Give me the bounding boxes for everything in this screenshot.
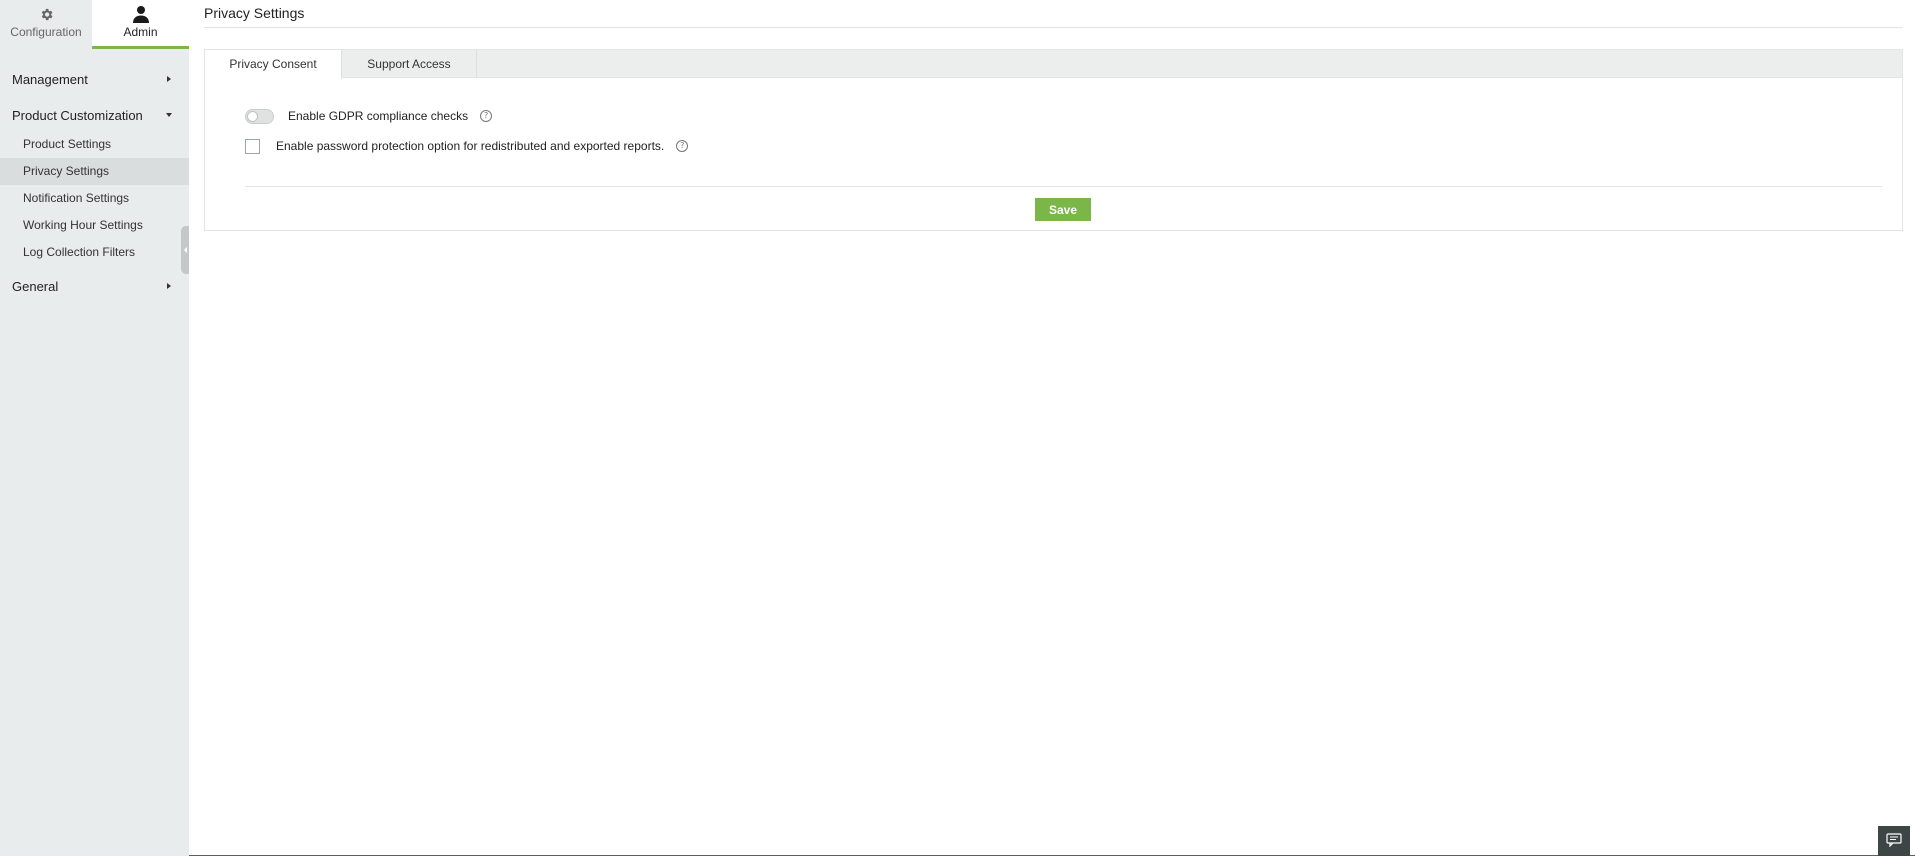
tab-configuration-label: Configuration xyxy=(10,25,82,39)
nav-group-label: Product Customization xyxy=(12,107,143,123)
options-list: Enable GDPR compliance checks ? Enable p… xyxy=(205,78,1902,156)
sidebar-item-working-hour-settings[interactable]: Working Hour Settings xyxy=(0,212,189,239)
sidebar: Configuration Admin Management Product C… xyxy=(0,0,189,856)
settings-panel: Privacy Consent Support Access Enable GD… xyxy=(204,49,1903,231)
tab-admin-label: Admin xyxy=(123,25,158,39)
nav-group-general[interactable]: General xyxy=(0,274,189,298)
sidebar-item-privacy-settings[interactable]: Privacy Settings xyxy=(0,158,189,185)
tab-admin[interactable]: Admin xyxy=(92,0,189,49)
sidebar-top-tabs: Configuration Admin xyxy=(0,0,189,49)
nav-group-management[interactable]: Management xyxy=(0,67,189,91)
chevron-right-icon xyxy=(165,282,173,290)
chevron-right-icon xyxy=(165,75,173,83)
tab-privacy-consent[interactable]: Privacy Consent xyxy=(205,50,342,79)
toggle-knob xyxy=(247,110,258,122)
gdpr-option-label: Enable GDPR compliance checks xyxy=(288,109,469,123)
user-icon xyxy=(132,3,149,25)
chat-button[interactable] xyxy=(1878,826,1910,856)
chat-icon xyxy=(1886,832,1902,850)
password-protection-option-row: Enable password protection option for re… xyxy=(245,136,1902,156)
gdpr-toggle[interactable] xyxy=(245,108,274,124)
main-content: Privacy Settings Privacy Consent Support… xyxy=(204,0,1903,231)
sidebar-collapse-handle[interactable] xyxy=(181,226,189,274)
help-icon[interactable]: ? xyxy=(676,140,689,152)
password-protection-checkbox[interactable] xyxy=(245,138,260,154)
password-protection-option-label: Enable password protection option for re… xyxy=(276,139,665,153)
tab-support-access[interactable]: Support Access xyxy=(342,50,477,78)
nav-sublist: Product Settings Privacy Settings Notifi… xyxy=(0,131,189,266)
divider xyxy=(245,186,1882,187)
sidebar-item-notification-settings[interactable]: Notification Settings xyxy=(0,185,189,212)
collapse-arrow-icon xyxy=(183,247,187,253)
help-icon[interactable]: ? xyxy=(480,110,493,122)
nav-group-product-customization[interactable]: Product Customization xyxy=(0,103,189,127)
sidebar-nav: Management Product Customization Product… xyxy=(0,49,189,298)
nav-group-label: General xyxy=(12,278,59,294)
tab-bar: Privacy Consent Support Access xyxy=(205,50,1902,79)
sidebar-item-product-settings[interactable]: Product Settings xyxy=(0,131,189,158)
nav-group-label: Management xyxy=(12,71,88,87)
tab-configuration[interactable]: Configuration xyxy=(0,0,92,49)
gear-icon xyxy=(39,3,54,25)
save-button[interactable]: Save xyxy=(1035,198,1091,221)
sidebar-item-log-collection-filters[interactable]: Log Collection Filters xyxy=(0,239,189,266)
gdpr-option-row: Enable GDPR compliance checks ? xyxy=(245,106,1902,126)
chevron-down-icon xyxy=(165,111,173,119)
page-title: Privacy Settings xyxy=(204,0,1903,28)
